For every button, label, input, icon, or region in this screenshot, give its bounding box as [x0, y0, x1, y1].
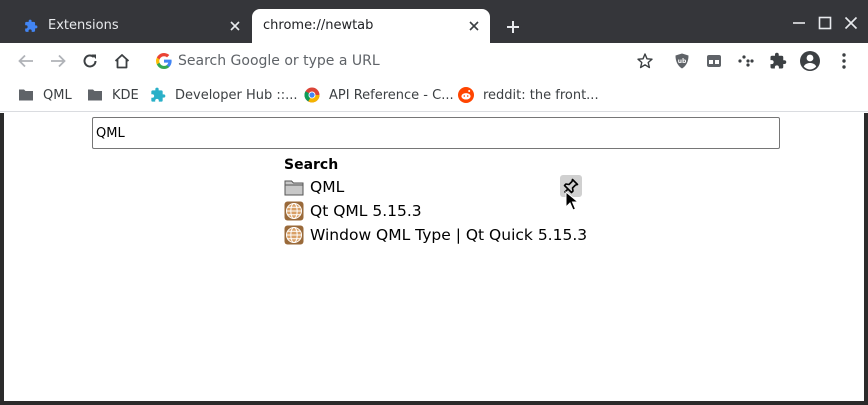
- bookmark-label: reddit: the front...: [483, 87, 599, 103]
- browser-toolbar: Search Google or type a URL ub: [0, 43, 868, 79]
- bookmark-reddit[interactable]: reddit: the front...: [458, 85, 599, 105]
- reload-button[interactable]: [78, 49, 102, 73]
- bookmark-api-reference[interactable]: API Reference - C...: [304, 85, 454, 105]
- globe-icon: [284, 225, 304, 245]
- bookmark-star-icon[interactable]: [636, 52, 654, 70]
- google-icon: [156, 53, 172, 69]
- result-window-qml-type[interactable]: Window QML Type | Qt Quick 5.15.3: [284, 223, 587, 247]
- tab-newtab[interactable]: chrome://newtab: [252, 9, 490, 43]
- more-vertical-icon: [842, 53, 846, 69]
- omnibox[interactable]: Search Google or type a URL: [146, 46, 664, 76]
- search-input[interactable]: [92, 117, 780, 149]
- bookmark-developer-hub[interactable]: Developer Hub ::...: [150, 85, 298, 105]
- maximize-button[interactable]: [814, 12, 836, 34]
- reload-icon: [83, 54, 97, 68]
- folder-icon: [18, 87, 34, 103]
- home-icon: [114, 54, 130, 69]
- bookmark-label: QML: [43, 87, 72, 103]
- minimize-button[interactable]: [788, 12, 810, 34]
- shield-icon: ub: [675, 53, 689, 69]
- chrome-icon: [304, 87, 320, 103]
- arrow-left-icon: [18, 54, 33, 68]
- puzzle-icon: [150, 87, 166, 103]
- bookmark-label: Developer Hub ::...: [175, 87, 298, 103]
- close-icon: [844, 16, 858, 30]
- menu-button[interactable]: [832, 49, 856, 73]
- reddit-icon: [458, 87, 474, 103]
- arrow-right-icon: [51, 54, 66, 68]
- tab-extensions[interactable]: Extensions: [8, 9, 251, 43]
- minimize-icon: [793, 22, 805, 24]
- search-results: Search QML Qt QML 5.15.3 Window QML Type…: [284, 155, 587, 247]
- new-tab-button[interactable]: [500, 14, 526, 40]
- tabs-extension-icon: [707, 55, 721, 67]
- omnibox-placeholder: Search Google or type a URL: [178, 53, 380, 69]
- globe-icon: [284, 201, 304, 221]
- bookmark-folder-qml[interactable]: QML: [18, 85, 72, 105]
- close-tab-icon[interactable]: [466, 18, 482, 34]
- mouse-cursor-icon: [565, 191, 579, 211]
- plus-icon: [507, 21, 519, 33]
- folder-icon: [284, 177, 304, 197]
- ublock-extension-button[interactable]: ub: [670, 49, 694, 73]
- result-qt-qml[interactable]: Qt QML 5.15.3: [284, 199, 587, 223]
- dots-extension-icon: [738, 55, 754, 67]
- page-content: Search QML Qt QML 5.15.3: [0, 113, 868, 405]
- result-folder-qml[interactable]: QML: [284, 175, 587, 199]
- cast-extension-button[interactable]: [734, 49, 758, 73]
- extensions-menu-button[interactable]: [766, 49, 790, 73]
- svg-text:ub: ub: [678, 58, 687, 65]
- bookmarks-bar: QML KDE Developer Hub ::... API Referenc…: [0, 79, 868, 112]
- back-button[interactable]: [14, 49, 38, 73]
- bookmark-folder-kde[interactable]: KDE: [87, 85, 139, 105]
- close-window-button[interactable]: [840, 12, 862, 34]
- result-label: Qt QML 5.15.3: [310, 202, 422, 220]
- puzzle-icon: [770, 52, 787, 69]
- bookmark-label: API Reference - C...: [329, 87, 454, 103]
- close-tab-icon[interactable]: [227, 18, 243, 34]
- tab-title: Extensions: [48, 18, 119, 33]
- tab-strip: Extensions chrome://newtab: [0, 0, 868, 43]
- folder-icon: [87, 87, 103, 103]
- home-button[interactable]: [110, 49, 134, 73]
- result-label: Window QML Type | Qt Quick 5.15.3: [310, 226, 588, 244]
- account-icon: [800, 51, 820, 71]
- maximize-icon: [818, 16, 832, 30]
- bookmark-label: KDE: [112, 87, 139, 103]
- profile-button[interactable]: [798, 49, 822, 73]
- forward-button[interactable]: [46, 49, 70, 73]
- tab-extension-button[interactable]: [702, 49, 726, 73]
- result-label: QML: [310, 178, 345, 196]
- tab-title: chrome://newtab: [263, 18, 374, 33]
- puzzle-icon: [25, 19, 38, 32]
- results-heading: Search: [284, 157, 339, 173]
